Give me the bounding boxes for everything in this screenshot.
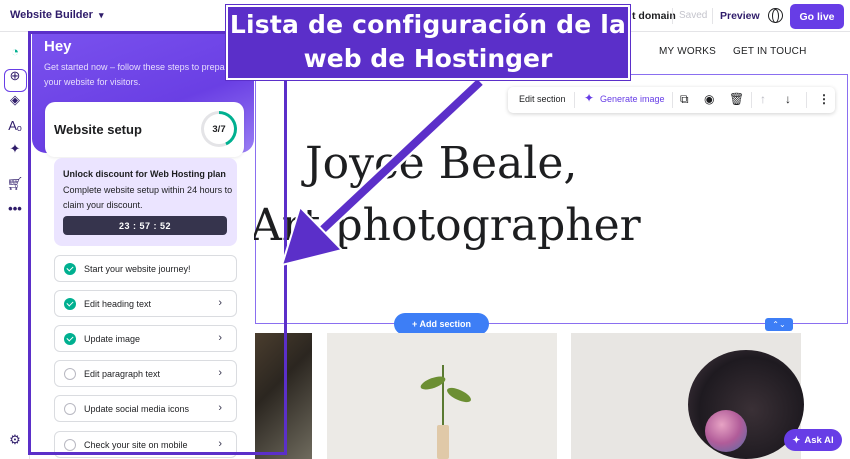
caption-line1: Lista de configuración de la [229, 10, 627, 39]
caption-line2: web de Hostinger [303, 44, 553, 73]
